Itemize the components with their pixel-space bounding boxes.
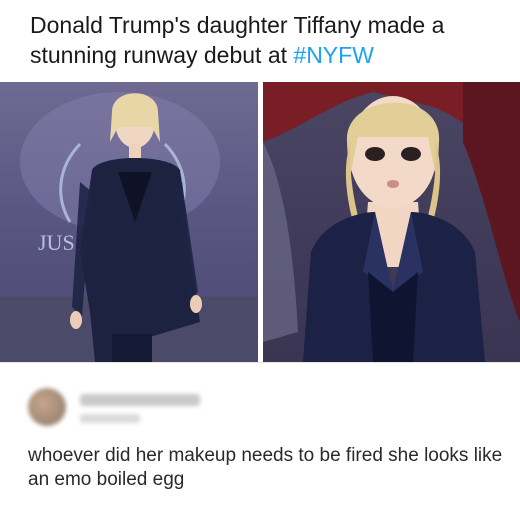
commenter-name-blurred[interactable] — [80, 394, 200, 406]
section-divider — [0, 362, 520, 363]
backdrop-logo-text: JUS — [38, 230, 75, 255]
runway-photo-right — [263, 82, 520, 362]
runway-photo-right-illustration — [263, 82, 520, 362]
hashtag-link[interactable]: #NYFW — [293, 42, 374, 68]
post-caption: Donald Trump's daughter Tiffany made a s… — [30, 10, 500, 70]
runway-photo-left-illustration: JUS — [0, 92, 258, 362]
commenter-avatar[interactable] — [28, 388, 66, 426]
comment-text: whoever did her makeup needs to be fired… — [28, 445, 503, 490]
runway-photo-left: JUS — [0, 82, 258, 362]
commenter-handle-blurred — [80, 414, 140, 423]
post-caption-text: Donald Trump's daughter Tiffany made a s… — [30, 12, 445, 68]
